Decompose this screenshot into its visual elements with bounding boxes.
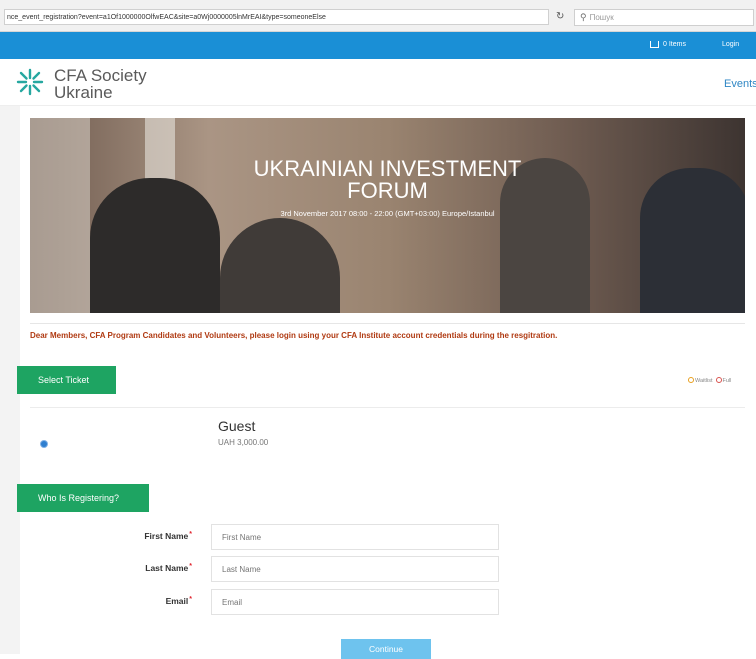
- required-marker: *: [189, 563, 192, 570]
- logo-text[interactable]: CFA Society Ukraine: [54, 67, 147, 101]
- waitlist-icon: [688, 377, 694, 383]
- legend-waitlist-label: Waitlist: [695, 378, 713, 384]
- search-icon: ⚲: [580, 12, 587, 22]
- first-name-label: First Name*: [72, 531, 192, 541]
- last-name-input[interactable]: [211, 556, 499, 582]
- ticket-price: UAH 3,000.00: [218, 438, 269, 447]
- browser-address-bar: nce_event_registration?event=a1Of1000000…: [0, 0, 756, 32]
- top-bar: 0 Items Login: [0, 32, 756, 59]
- search-placeholder: Пошук: [589, 13, 614, 22]
- cart-icon: [650, 41, 659, 48]
- full-icon: [715, 377, 722, 383]
- ticket-legend: Waitlist Full: [688, 377, 731, 384]
- logo-line-2: Ukraine: [54, 83, 113, 102]
- legend-full: Full: [715, 377, 732, 384]
- banner-figure: [220, 218, 340, 313]
- ticket-name: Guest: [218, 418, 256, 434]
- select-ticket-header: Select Ticket: [17, 366, 116, 394]
- required-marker: *: [189, 596, 192, 603]
- divider: [30, 407, 745, 408]
- event-title: UKRAINIAN INVESTMENT FORUM: [30, 158, 745, 202]
- browser-search-input[interactable]: ⚲ Пошук: [574, 9, 754, 26]
- required-marker: *: [189, 531, 192, 538]
- divider: [30, 323, 745, 324]
- cfa-logo-icon[interactable]: [16, 68, 44, 96]
- last-name-label: Last Name*: [72, 563, 192, 573]
- first-name-label-text: First Name: [144, 531, 189, 541]
- event-datetime: 3rd November 2017 08:00 - 22:00 (GMT+03:…: [280, 209, 495, 218]
- last-name-label-text: Last Name: [145, 563, 189, 573]
- logo-line-1: CFA Society: [54, 66, 147, 85]
- login-notice: Dear Members, CFA Program Candidates and…: [30, 331, 558, 340]
- ticket-radio-guest[interactable]: [41, 441, 47, 447]
- event-title-line-2: FORUM: [347, 178, 428, 203]
- event-title-line-1: UKRAINIAN INVESTMENT: [253, 156, 522, 181]
- email-input[interactable]: [211, 589, 499, 615]
- email-label-text: Email: [165, 596, 189, 606]
- reload-icon[interactable]: ↻: [556, 11, 564, 22]
- legend-waitlist: Waitlist: [688, 377, 713, 384]
- continue-button[interactable]: Continue: [341, 639, 431, 659]
- cart-link[interactable]: 0 Items: [650, 41, 686, 48]
- who-is-registering-header: Who Is Registering?: [17, 484, 149, 512]
- event-banner: UKRAINIAN INVESTMENT FORUM 3rd November …: [30, 118, 745, 313]
- login-link[interactable]: Login: [722, 41, 739, 48]
- nav-events-link[interactable]: Events: [724, 78, 756, 90]
- cart-label: 0 Items: [663, 41, 686, 48]
- site-header: CFA Society Ukraine Events: [0, 59, 756, 106]
- email-label: Email*: [72, 596, 192, 606]
- legend-full-label: Full: [722, 378, 732, 384]
- url-field[interactable]: nce_event_registration?event=a1Of1000000…: [4, 9, 549, 25]
- first-name-input[interactable]: [211, 524, 499, 550]
